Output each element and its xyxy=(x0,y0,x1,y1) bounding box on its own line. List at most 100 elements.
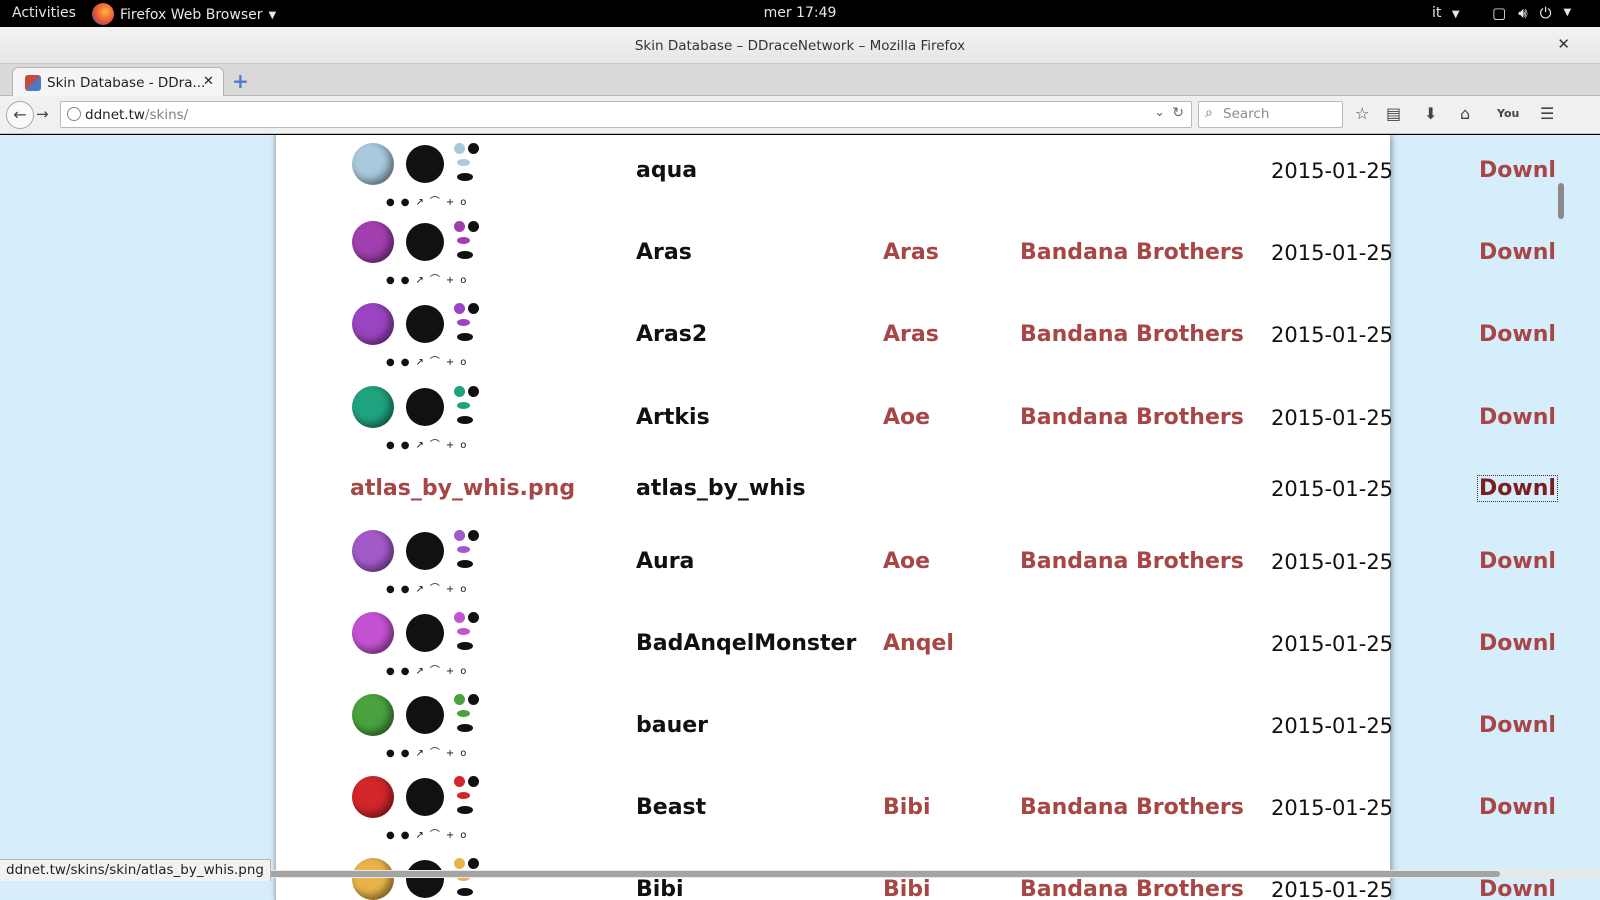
scrollbar-thumb[interactable] xyxy=(1558,183,1564,219)
skin-pack-link[interactable]: Bandana Brothers xyxy=(1020,322,1244,347)
skin-shadow-sprite xyxy=(406,696,444,734)
skin-name: aqua xyxy=(636,158,698,183)
activities-button[interactable]: Activities xyxy=(12,5,76,21)
navigation-toolbar: ← → ddnet.tw/skins/ ⌄ ↻ ⌕ ☆ ▤ ⬇ ⌂ You ☰ xyxy=(0,96,1600,134)
close-icon[interactable]: ✕ xyxy=(1557,35,1570,53)
skin-shadow-sprite xyxy=(406,860,444,898)
search-box[interactable]: ⌕ xyxy=(1198,101,1343,128)
skin-author-link[interactable]: Aras xyxy=(883,322,939,347)
back-arrow-icon[interactable]: ← xyxy=(6,101,34,129)
skin-eyes-sprite: ●●↗⌒+o xyxy=(386,275,473,286)
skin-parts-sprite xyxy=(452,610,482,656)
skin-body-sprite xyxy=(352,776,394,818)
download-link[interactable]: Downl xyxy=(1477,475,1558,502)
download-link[interactable]: Downl xyxy=(1478,795,1557,820)
globe-icon xyxy=(67,107,81,121)
skin-name: Beast xyxy=(636,795,707,820)
download-link[interactable]: Downl xyxy=(1478,713,1557,738)
skin-preview-image: ●●↗⌒+o xyxy=(348,380,508,456)
scrollbar-thumb[interactable] xyxy=(250,871,1500,877)
skin-date: 2015-01-25 xyxy=(1271,550,1394,574)
download-icon[interactable]: ⬇ xyxy=(1424,104,1437,123)
skin-pack-link[interactable]: Bandana Brothers xyxy=(1020,240,1244,265)
skin-parts-sprite xyxy=(452,528,482,574)
download-link[interactable]: Downl xyxy=(1478,405,1557,430)
clock[interactable]: mer 17:49 xyxy=(764,5,837,21)
skin-pack-link[interactable]: Bandana Brothers xyxy=(1020,795,1244,820)
skin-pack-link[interactable]: Bandana Brothers xyxy=(1020,405,1244,430)
tab-skin-database[interactable]: Skin Database - DDra... ✕ xyxy=(12,67,224,97)
skin-pack-link[interactable]: Bandana Brothers xyxy=(1020,549,1244,574)
skin-parts-sprite xyxy=(452,141,482,187)
app-menu[interactable]: Firefox Web Browser ▼ xyxy=(92,3,277,25)
skin-preview-image: ●●↗⌒+o xyxy=(348,137,508,213)
tab-close-icon[interactable]: ✕ xyxy=(203,74,214,89)
page-viewport: ●●↗⌒+o aqua 2015-01-25 Downl ●●↗⌒+o Aras Ar… xyxy=(0,135,1600,900)
vertical-scrollbar[interactable] xyxy=(1556,135,1566,870)
language-label: it xyxy=(1432,5,1442,21)
menu-icon[interactable]: ☰ xyxy=(1540,104,1554,123)
table-row: ●●↗⌒+o bauer 2015-01-25 Downl xyxy=(276,686,1600,768)
skin-eyes-sprite: ●●↗⌒+o xyxy=(386,584,473,595)
skin-parts-sprite xyxy=(452,219,482,265)
skin-preview-image: ●●↗⌒+o xyxy=(348,524,508,600)
skin-author-link[interactable]: Bibi xyxy=(883,877,931,900)
status-bar-link-preview: ddnet.tw/skins/skin/atlas_by_whis.png xyxy=(0,859,271,881)
url-bar[interactable]: ddnet.tw/skins/ ⌄ ↻ xyxy=(60,101,1192,128)
download-link[interactable]: Downl xyxy=(1478,158,1557,183)
search-icon: ⌕ xyxy=(1205,105,1213,121)
tab-strip: Skin Database - DDra... ✕ + xyxy=(0,64,1600,97)
skin-eyes-sprite: ●●↗⌒+o xyxy=(386,357,473,368)
skin-name: Aras xyxy=(636,240,692,265)
skin-parts-sprite xyxy=(452,692,482,738)
skin-author-link[interactable]: Aoe xyxy=(883,405,930,430)
chevron-down-icon: ▼ xyxy=(268,9,277,21)
skin-preview-image: ●●↗⌒+o xyxy=(348,215,508,291)
skin-date: 2015-01-25 xyxy=(1271,241,1394,265)
download-link[interactable]: Downl xyxy=(1478,877,1557,900)
skin-author-link[interactable]: Aoe xyxy=(883,549,930,574)
download-link[interactable]: Downl xyxy=(1478,549,1557,574)
skin-parts-sprite xyxy=(452,384,482,430)
tab-label: Skin Database - DDra... xyxy=(47,75,206,91)
skin-preview-image: ●●↗⌒+o xyxy=(348,688,508,764)
system-menu[interactable]: ▢ 🔊︎ ⏻ ▼ xyxy=(1492,4,1571,22)
download-link[interactable]: Downl xyxy=(1478,631,1557,656)
table-row: ●●↗⌒+o Aura Aoe Bandana Brothers 2015-01-25… xyxy=(276,522,1600,604)
chevron-down-icon: ▼ xyxy=(1451,9,1460,20)
input-language-menu[interactable]: it ▼ xyxy=(1432,5,1460,21)
skin-author-link[interactable]: Anqel xyxy=(883,631,954,656)
new-tab-icon[interactable]: + xyxy=(232,69,249,93)
star-icon[interactable]: ☆ xyxy=(1355,104,1369,123)
skin-date: 2015-01-25 xyxy=(1271,714,1394,738)
skin-date: 2015-01-25 xyxy=(1271,632,1394,656)
table-row: ●●↗⌒+o Artkis Aoe Bandana Brothers 2015-01-… xyxy=(276,378,1600,460)
skin-date: 2015-01-25 xyxy=(1271,323,1394,347)
history-dropdown-icon[interactable]: ⌄ xyxy=(1154,105,1165,120)
skin-author-link[interactable]: Aras xyxy=(883,240,939,265)
power-icon: ⏻ xyxy=(1539,4,1552,22)
skin-date: 2015-01-25 xyxy=(1271,477,1394,501)
download-link[interactable]: Downl xyxy=(1478,240,1557,265)
skin-author-link[interactable]: Bibi xyxy=(883,795,931,820)
window-title-bar: Skin Database – DDraceNetwork – Mozilla … xyxy=(0,27,1600,64)
download-link[interactable]: Downl xyxy=(1478,322,1557,347)
skin-pack-link[interactable]: Bandana Brothers xyxy=(1020,877,1244,900)
skin-shadow-sprite xyxy=(406,305,444,343)
url-text[interactable]: ddnet.tw/skins/ xyxy=(85,107,188,123)
skin-eyes-sprite: ●●↗⌒+o xyxy=(386,197,473,208)
skin-shadow-sprite xyxy=(406,145,444,183)
skin-file-link[interactable]: atlas_by_whis.png xyxy=(350,476,575,501)
search-input[interactable] xyxy=(1223,106,1338,122)
youtube-icon[interactable]: You xyxy=(1497,107,1519,120)
home-icon[interactable]: ⌂ xyxy=(1460,104,1470,123)
skin-parts-sprite xyxy=(452,774,482,820)
skin-preview-image: ●●↗⌒+o xyxy=(348,606,508,682)
skin-body-sprite xyxy=(352,303,394,345)
reading-list-icon[interactable]: ▤ xyxy=(1386,104,1401,123)
reload-icon[interactable]: ↻ xyxy=(1172,105,1184,121)
skin-parts-sprite xyxy=(452,301,482,347)
forward-arrow-icon[interactable]: → xyxy=(36,105,49,123)
skin-body-sprite xyxy=(352,221,394,263)
skin-name: bauer xyxy=(636,713,709,738)
